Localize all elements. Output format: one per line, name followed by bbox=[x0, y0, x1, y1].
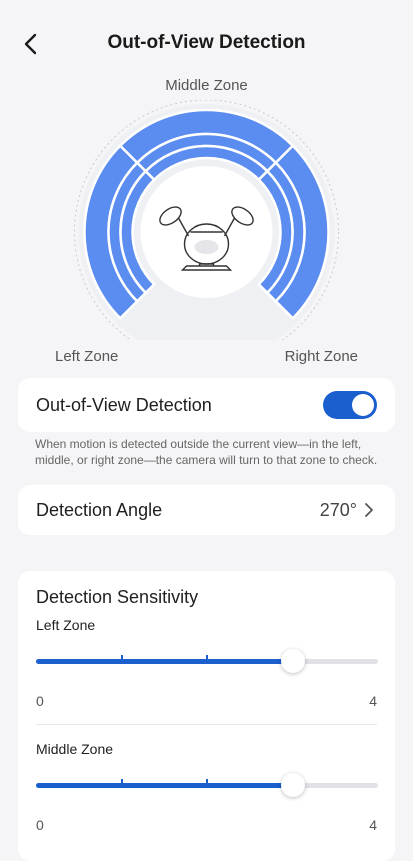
toggle-label: Out-of-View Detection bbox=[36, 395, 212, 415]
right-zone-label: Right Zone bbox=[284, 348, 358, 365]
slider-tick bbox=[206, 779, 208, 787]
slider-thumb[interactable] bbox=[280, 773, 305, 797]
sensitivity-title: Detection Sensitivity bbox=[36, 587, 199, 607]
detection-angle-row[interactable]: Detection Angle 270° bbox=[18, 485, 395, 535]
chevron-right-icon bbox=[365, 503, 373, 517]
slider-max-label: 4 bbox=[369, 817, 377, 833]
slider-fill bbox=[36, 783, 293, 788]
middle-zone-slider[interactable] bbox=[36, 773, 378, 797]
slider-min-label: 0 bbox=[36, 817, 44, 833]
slider-min-label: 0 bbox=[36, 693, 44, 709]
slider-thumb[interactable] bbox=[280, 649, 305, 673]
zone-diagram bbox=[74, 100, 339, 340]
description-text: When motion is detected outside the curr… bbox=[35, 437, 378, 467]
toggle-card: Out-of-View Detection bbox=[18, 378, 395, 432]
divider bbox=[36, 724, 377, 725]
angle-value: 270° bbox=[319, 500, 357, 520]
slider-max-label: 4 bbox=[369, 693, 377, 709]
header: Out-of-View Detection bbox=[0, 0, 413, 88]
slider-tick bbox=[120, 655, 123, 663]
slider-tick bbox=[120, 779, 123, 787]
slider-tick bbox=[206, 655, 208, 663]
toggle-knob bbox=[352, 394, 374, 416]
slider-label: Left Zone bbox=[36, 617, 96, 633]
slider-fill bbox=[36, 659, 293, 664]
left-zone-slider[interactable] bbox=[36, 649, 378, 673]
sensitivity-card: Detection Sensitivity Left Zone 0 4 Midd… bbox=[18, 571, 395, 861]
detection-toggle[interactable] bbox=[323, 391, 377, 419]
slider-label: Middle Zone bbox=[36, 741, 114, 757]
angle-label: Detection Angle bbox=[36, 500, 163, 520]
page-title: Out-of-View Detection bbox=[107, 32, 306, 53]
left-zone-label: Left Zone bbox=[55, 348, 119, 365]
middle-zone-label: Middle Zone bbox=[165, 77, 248, 94]
